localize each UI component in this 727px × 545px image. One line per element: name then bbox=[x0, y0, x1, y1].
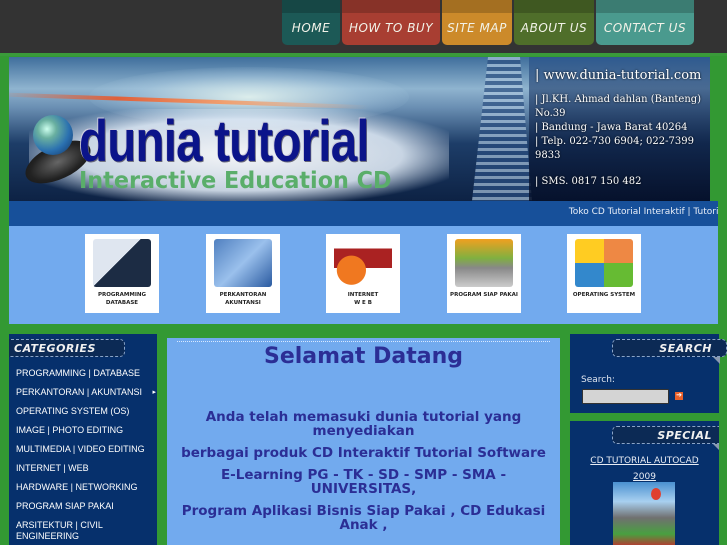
windows-linux-icon bbox=[575, 239, 633, 287]
office-calendar-icon bbox=[214, 239, 272, 287]
category-link-image-editing[interactable]: IMAGE | PHOTO EDITING bbox=[16, 421, 157, 440]
website-url: | www.dunia-tutorial.com bbox=[535, 68, 702, 83]
dotted-divider bbox=[177, 341, 550, 342]
category-card-siap-pakai[interactable]: PROGRAM SIAP PAKAI bbox=[447, 234, 521, 313]
category-card-programming[interactable]: PROGRAMMING DATABASE bbox=[85, 234, 159, 313]
header-banner: dunia tutorial Interactive Education CD … bbox=[9, 57, 710, 201]
sms-number: | SMS. 0817 150 482 bbox=[535, 176, 642, 188]
hot-air-balloon-icon bbox=[651, 488, 661, 500]
address-line-1: | Jl.KH. Ahmad dahlan (Banteng) No.39 bbox=[535, 94, 702, 120]
globe-icon bbox=[33, 115, 73, 155]
nav-contact-us-label: CONTACT US bbox=[603, 21, 687, 35]
category-card-operating-system[interactable]: OPERATING SYSTEM bbox=[567, 234, 641, 313]
welcome-content: Selamat Datang Anda telah memasuki dunia… bbox=[167, 338, 560, 545]
autocad-cover-image[interactable] bbox=[613, 482, 675, 545]
address-line-2: | Bandung - Jawa Barat 40264 bbox=[535, 122, 688, 134]
nav-about-us-label: ABOUT US bbox=[520, 21, 588, 35]
nav-home-label: HOME bbox=[291, 21, 331, 35]
main-nav: HOME HOW TO BUY SITE MAP ABOUT US CONTAC… bbox=[282, 0, 694, 45]
nav-site-map-label: SITE MAP bbox=[447, 21, 507, 35]
nav-home[interactable]: HOME bbox=[282, 0, 340, 45]
search-submit-button[interactable]: ➔ bbox=[675, 392, 683, 400]
nav-how-to-buy[interactable]: HOW TO BUY bbox=[342, 0, 440, 45]
category-link-perkantoran[interactable]: PERKANTORAN | AKUNTANSI ▸ bbox=[16, 383, 157, 402]
ribbon-fold bbox=[713, 444, 719, 451]
browser-www-icon bbox=[334, 239, 392, 287]
nav-about-us[interactable]: ABOUT US bbox=[514, 0, 594, 45]
special-box: SPECIAL CD TUTORIAL AUTOCAD 2009 bbox=[570, 421, 719, 545]
category-card-perkantoran[interactable]: PERKANTORAN AKUNTANSI bbox=[206, 234, 280, 313]
category-link-arsitektur[interactable]: ARSITEKTUR | CIVIL ENGINEERING bbox=[16, 516, 157, 545]
category-link-multimedia[interactable]: MULTIMEDIA | VIDEO EDITING bbox=[16, 440, 157, 459]
contact-info: | www.dunia-tutorial.com | Jl.KH. Ahmad … bbox=[535, 67, 710, 201]
welcome-paragraph: Program Aplikasi Bisnis Siap Pakai , CD … bbox=[181, 503, 546, 533]
top-bar-divider bbox=[0, 53, 727, 56]
categories-sidebar: CATEGORIES PROGRAMMING | DATABASE PERKAN… bbox=[9, 334, 157, 545]
categories-title: CATEGORIES bbox=[9, 339, 125, 357]
search-label: Search: bbox=[581, 375, 615, 385]
logo-title: dunia tutorial bbox=[79, 109, 370, 174]
category-card-label: PERKANTORAN AKUNTANSI bbox=[219, 292, 267, 306]
submenu-arrow-icon: ▸ bbox=[152, 389, 156, 396]
search-input[interactable] bbox=[582, 389, 669, 404]
welcome-paragraph: berbagai produk CD Interaktif Tutorial S… bbox=[181, 445, 546, 461]
special-title: SPECIAL bbox=[612, 426, 719, 444]
nav-how-to-buy-label: HOW TO BUY bbox=[348, 21, 434, 35]
search-title: SEARCH bbox=[612, 339, 727, 357]
ticker-text: Toko CD Tutorial Interaktif | Tutoria bbox=[568, 207, 718, 217]
category-icon-strip: PROGRAMMING DATABASE PERKANTORAN AKUNTANSI… bbox=[9, 226, 718, 324]
category-link-hardware[interactable]: HARDWARE | NETWORKING bbox=[16, 478, 157, 497]
category-link-internet[interactable]: INTERNET | WEB bbox=[16, 459, 157, 478]
special-product-link[interactable]: CD TUTORIAL AUTOCAD 2009 bbox=[570, 453, 719, 485]
nav-site-map[interactable]: SITE MAP bbox=[442, 0, 512, 45]
marquee-ticker: Toko CD Tutorial Interaktif | Tutoria bbox=[9, 201, 718, 226]
welcome-paragraph: Anda telah memasuki dunia tutorial yang … bbox=[205, 409, 522, 439]
category-card-label: PROGRAMMING DATABASE bbox=[97, 292, 147, 306]
phone-numbers: | Telp. 022-730 6904; 022-7399 9833 bbox=[535, 136, 694, 162]
category-card-internet[interactable]: INTERNET W E B bbox=[326, 234, 400, 313]
ribbon-fold bbox=[713, 357, 720, 364]
logo-subtitle: Interactive Education CD bbox=[79, 168, 392, 194]
category-link-siap-pakai[interactable]: PROGRAM SIAP PAKAI bbox=[16, 497, 157, 516]
nav-contact-us[interactable]: CONTACT US bbox=[596, 0, 694, 45]
category-card-label: OPERATING SYSTEM bbox=[572, 292, 636, 298]
categories-list: PROGRAMMING | DATABASE PERKANTORAN | AKU… bbox=[16, 364, 157, 545]
category-card-label: INTERNET W E B bbox=[347, 292, 379, 306]
cash-register-chart-icon bbox=[455, 239, 513, 287]
category-link-programming[interactable]: PROGRAMMING | DATABASE bbox=[16, 364, 157, 383]
welcome-paragraph: E-Learning PG - TK - SD - SMP - SMA - UN… bbox=[220, 467, 507, 497]
monitor-binary-icon bbox=[93, 239, 151, 287]
search-box: SEARCH Search: ➔ bbox=[570, 334, 727, 413]
category-card-label: PROGRAM SIAP PAKAI bbox=[450, 292, 518, 298]
welcome-heading: Selamat Datang bbox=[264, 344, 463, 369]
category-link-operating-system[interactable]: OPERATING SYSTEM (OS) bbox=[16, 402, 157, 421]
welcome-text: Anda telah memasuki dunia tutorial yang … bbox=[179, 410, 548, 540]
